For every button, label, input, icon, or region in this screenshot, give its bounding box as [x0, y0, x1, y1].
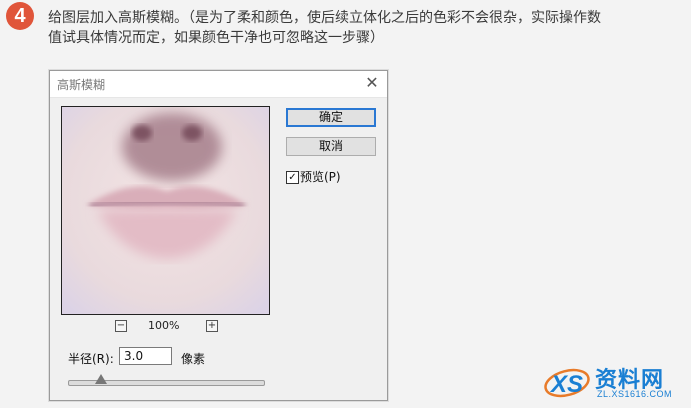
- watermark-url: ZL.XS1616.COM: [597, 389, 673, 399]
- radius-unit-label: 像素: [181, 352, 206, 366]
- zoom-in-button[interactable]: +: [206, 320, 218, 332]
- zoom-level: 100%: [148, 319, 180, 332]
- gaussian-blur-dialog: 高斯模糊 ✕ − 100% + 确定 取消 ✓ 预览(P) 半径(R): 3.0…: [49, 70, 388, 401]
- zoom-out-button[interactable]: −: [115, 320, 127, 332]
- cancel-button[interactable]: 取消: [286, 137, 376, 156]
- close-icon[interactable]: ✕: [363, 74, 381, 92]
- radius-input[interactable]: [119, 347, 172, 365]
- step-instruction: 给图层加入高斯模糊。（是为了柔和颜色，使后续立体化之后的色彩不会很杂，实际操作数…: [48, 8, 688, 48]
- radius-label: 半径(R):: [68, 352, 114, 366]
- preview-pane[interactable]: [61, 106, 270, 315]
- dialog-title: 高斯模糊: [57, 78, 106, 92]
- radius-slider-thumb[interactable]: [95, 374, 108, 384]
- watermark-logo-letters: XS: [549, 371, 583, 398]
- preview-checkbox-label[interactable]: 预览(P): [300, 169, 341, 185]
- step-number-badge: 4: [6, 2, 34, 30]
- ok-button[interactable]: 确定: [286, 108, 376, 127]
- preview-checkbox[interactable]: ✓: [286, 171, 299, 184]
- watermark-logo: XS: [544, 368, 590, 398]
- step-instruction-line-1: 给图层加入高斯模糊。（是为了柔和颜色，使后续立体化之后的色彩不会很杂，实际操作数: [48, 10, 601, 26]
- step-instruction-line-2: 值试具体情况而定，如果颜色干净也可忽略这一步骤）: [48, 30, 384, 46]
- zoom-controls: − 100% +: [50, 319, 279, 333]
- preview-image: [62, 107, 269, 314]
- site-watermark: XS 资料网 ZL.XS1616.COM: [543, 362, 683, 404]
- dialog-titlebar: 高斯模糊 ✕: [50, 71, 387, 98]
